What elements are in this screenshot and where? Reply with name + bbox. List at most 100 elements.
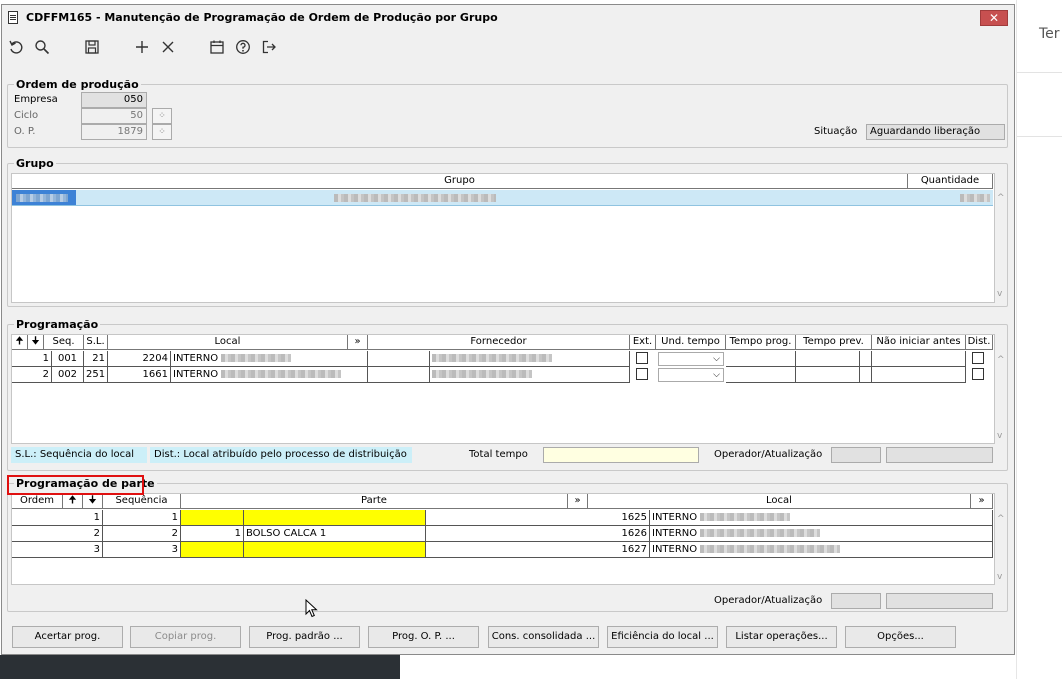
toolbar (2, 33, 1014, 63)
scroll-up-icon[interactable]: ^ (997, 514, 1005, 524)
parte-header-parte[interactable]: Parte (181, 494, 568, 509)
parte-code-cell[interactable] (181, 510, 244, 526)
prog-header-fornecedor[interactable]: Fornecedor (368, 335, 630, 350)
programacao-grid[interactable]: 🠉 🠋 Seq. S.L. Local » Fornecedor Ext. Un… (11, 334, 1005, 444)
local-code-cell: 1625 (588, 510, 650, 526)
prog-header-tempo-prev[interactable]: Tempo prev. (796, 335, 872, 350)
grupo-row[interactable] (12, 190, 993, 206)
window-title: CDFFM165 - Manutenção de Programação de … (26, 11, 498, 24)
sort-down-icon[interactable]: 🠋 (83, 494, 103, 509)
local-name-cell: INTERNO (171, 351, 368, 367)
calendar-icon[interactable] (207, 37, 227, 57)
prog-header-und-tempo[interactable]: Und. tempo (656, 335, 726, 350)
scroll-down-icon[interactable]: v (997, 431, 1002, 441)
cons-consolidada-button[interactable]: Cons. consolidada ... (488, 626, 599, 648)
local-name: INTERNO (652, 544, 698, 555)
scroll-up-icon[interactable]: ^ (997, 193, 1005, 203)
local-name: INTERNO (173, 353, 219, 364)
scroll-down-icon[interactable]: v (997, 289, 1002, 299)
scroll-down-icon[interactable]: v (997, 572, 1002, 582)
nao-iniciar-cell[interactable] (872, 367, 966, 383)
acertar-prog-button[interactable]: Acertar prog. (12, 626, 123, 648)
parte-expand-button[interactable]: » (568, 494, 588, 509)
redacted-text (432, 370, 532, 378)
ordem-producao-legend: Ordem de produção (14, 78, 141, 91)
parte-code-cell[interactable] (181, 542, 244, 558)
ciclo-field[interactable]: 50 (81, 108, 147, 124)
parte-name-cell[interactable] (244, 510, 426, 526)
parte-header-local[interactable]: Local (588, 494, 971, 509)
listar-operacoes-button[interactable]: Listar operações... (726, 626, 837, 648)
sort-down-icon[interactable]: 🠋 (28, 335, 44, 350)
parte-local-expand-button[interactable]: » (971, 494, 993, 509)
parte-atualizacao-field (886, 593, 993, 609)
copiar-prog-button[interactable]: Copiar prog. (130, 626, 241, 648)
close-button[interactable]: ✕ (980, 10, 1008, 26)
row-number: 2 (12, 367, 52, 383)
mouse-cursor-icon (305, 599, 318, 618)
scroll-up-icon[interactable]: ^ (997, 355, 1005, 365)
parte-code-cell[interactable]: 1 (181, 526, 244, 542)
prog-expand-button[interactable]: » (348, 335, 368, 350)
op-field[interactable]: 1879 (81, 124, 147, 140)
dist-checkbox[interactable] (972, 352, 984, 364)
parte-name-cell[interactable] (244, 542, 426, 558)
undo-icon[interactable] (6, 37, 26, 57)
grupo-legend: Grupo (14, 157, 56, 170)
total-tempo-field (543, 447, 699, 463)
local-name-cell: INTERNO (650, 510, 993, 526)
prog-header-sl[interactable]: S.L. (84, 335, 108, 350)
add-icon[interactable] (132, 37, 152, 57)
prog-header-nao-iniciar[interactable]: Não iniciar antes (872, 335, 966, 350)
tempo-prog-cell[interactable] (726, 367, 796, 383)
prog-header-dist[interactable]: Dist. (966, 335, 993, 350)
und-tempo-select[interactable]: ⌵ (658, 352, 724, 366)
tempo-prog-cell[interactable] (726, 351, 796, 367)
search-icon[interactable] (32, 37, 52, 57)
parte-name-cell[interactable]: BOLSO CALCA 1 (244, 526, 426, 542)
parte-header-sequencia[interactable]: Sequência (103, 494, 181, 509)
prog-padrao-button[interactable]: Prog. padrão ... (249, 626, 360, 648)
parte-header-ordem[interactable]: Ordem (12, 494, 63, 509)
grupo-header-grupo[interactable]: Grupo (12, 174, 908, 189)
grupo-header-quantidade[interactable]: Quantidade (908, 174, 993, 189)
local-name-cell: INTERNO (650, 542, 993, 558)
dist-checkbox[interactable] (972, 368, 984, 380)
sort-up-icon[interactable]: 🠉 (63, 494, 83, 509)
eficiencia-local-button[interactable]: Eficiência do local ... (607, 626, 718, 648)
exit-icon[interactable] (259, 37, 279, 57)
sequencia-cell: 2 (103, 526, 181, 542)
ext-checkbox[interactable] (636, 352, 648, 364)
empresa-field[interactable]: 050 (81, 92, 147, 108)
opcoes-button[interactable]: Opções... (845, 626, 956, 648)
ext-checkbox[interactable] (636, 368, 648, 380)
prog-op-button[interactable]: Prog. O. P. ... (368, 626, 479, 648)
situacao-label: Situação (814, 126, 858, 137)
prog-header-tempo-prog[interactable]: Tempo prog. (726, 335, 796, 350)
ordem-producao-group: Ordem de produção Empresa 050 Ciclo 50 ⁘… (7, 78, 1008, 148)
title-bar: CDFFM165 - Manutenção de Programação de … (2, 5, 1014, 31)
operador-label: Operador/Atualização (714, 449, 823, 460)
grupo-grid[interactable]: Grupo Quantidade ^ v (11, 173, 1005, 303)
ciclo-search-button[interactable]: ⁘ (152, 108, 172, 124)
sl-cell: 21 (84, 351, 108, 367)
prog-header-local[interactable]: Local (108, 335, 348, 350)
save-icon[interactable] (82, 37, 102, 57)
prog-header-ext[interactable]: Ext. (630, 335, 656, 350)
redacted-text (700, 529, 821, 537)
parte-grid[interactable]: Ordem 🠉 🠋 Sequência Parte » Local » 1 1 … (11, 493, 1005, 585)
sort-up-icon[interactable]: 🠉 (12, 335, 28, 350)
main-window: CDFFM165 - Manutenção de Programação de … (1, 4, 1015, 655)
operador-field (831, 447, 881, 463)
fornecedor-code-cell (368, 351, 430, 367)
op-search-button[interactable]: ⁘ (152, 124, 172, 140)
help-icon[interactable] (233, 37, 253, 57)
atualizacao-field (886, 447, 993, 463)
info-sl: S.L.: Sequência do local (11, 447, 147, 463)
redacted-text (432, 354, 552, 362)
nao-iniciar-cell[interactable] (872, 351, 966, 367)
prog-header-seq[interactable]: Seq. (44, 335, 84, 350)
sl-cell: 251 (84, 367, 108, 383)
delete-icon[interactable] (158, 37, 178, 57)
und-tempo-select[interactable]: ⌵ (658, 368, 724, 382)
